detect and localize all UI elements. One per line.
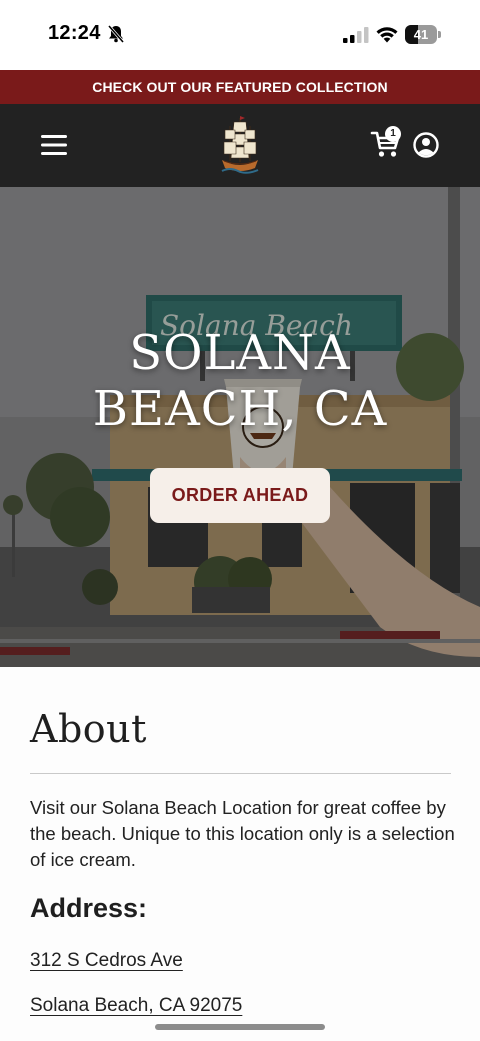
hamburger-menu-icon[interactable]	[40, 134, 68, 156]
cart-count-badge: 1	[385, 126, 401, 142]
hero-banner: Solana Beach SOLANA	[0, 187, 480, 667]
address-heading: Address:	[30, 893, 148, 923]
about-description: Visit our Solana Beach Location for grea…	[30, 797, 455, 870]
hero-title: SOLANA BEACH, CA	[0, 325, 480, 437]
battery-percentage: 41	[413, 27, 429, 42]
signal-icon	[343, 27, 369, 43]
status-time: 12:24	[48, 22, 101, 44]
about-section: About Visit our Solana Beach Location fo…	[0, 667, 480, 1041]
battery-icon: 41	[405, 25, 441, 44]
address-street-link[interactable]: 312 S Cedros Ave	[30, 950, 183, 972]
hero-title-line1: SOLANA	[129, 325, 351, 381]
about-heading: About	[30, 707, 147, 751]
order-ahead-button[interactable]: ORDER AHEAD	[150, 468, 330, 523]
home-indicator[interactable]	[155, 1024, 325, 1030]
bell-muted-icon	[107, 25, 125, 43]
account-icon[interactable]	[413, 132, 439, 158]
address-city-link[interactable]: Solana Beach, CA 92075	[30, 995, 242, 1017]
promo-banner[interactable]: CHECK OUT OUR FEATURED COLLECTION	[0, 70, 480, 104]
hero-title-line2: BEACH, CA	[92, 381, 388, 437]
wifi-icon	[376, 27, 398, 43]
status-bar: 12:24 41	[0, 0, 480, 70]
about-divider	[30, 773, 451, 774]
ship-logo-icon[interactable]	[218, 114, 262, 176]
